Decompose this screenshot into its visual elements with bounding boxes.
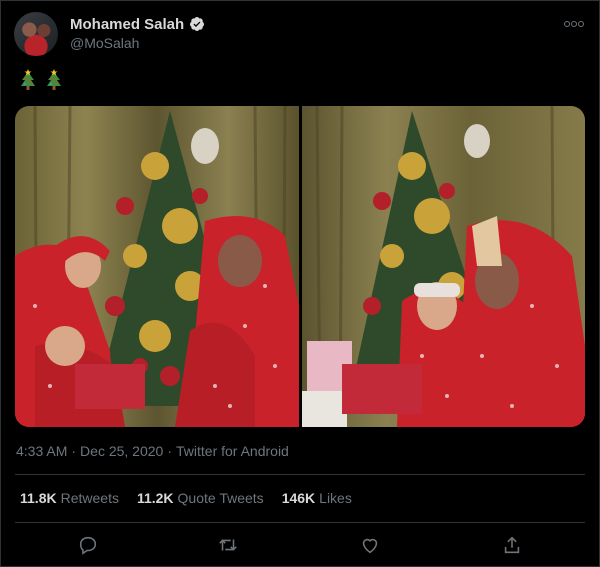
reply-icon[interactable] bbox=[77, 534, 99, 556]
tweet-text bbox=[20, 69, 62, 97]
more-options-icon[interactable] bbox=[564, 14, 586, 32]
author-name[interactable]: Mohamed Salah bbox=[70, 16, 184, 33]
photo-1[interactable] bbox=[15, 106, 299, 427]
verified-badge-icon bbox=[190, 17, 205, 31]
quote-tweets-label: Quote Tweets bbox=[177, 490, 264, 506]
meta-separator: · bbox=[167, 443, 173, 459]
retweets-label: Retweets bbox=[60, 490, 119, 506]
tweet-media bbox=[15, 106, 585, 427]
author-handle[interactable]: @MoSalah bbox=[70, 35, 139, 51]
author-name-row: Mohamed Salah bbox=[70, 14, 205, 34]
tweet-source[interactable]: Twitter for Android bbox=[176, 443, 289, 459]
share-icon[interactable] bbox=[501, 534, 523, 556]
quote-tweets-stat[interactable]: 11.2K Quote Tweets bbox=[137, 490, 264, 506]
likes-count: 146K bbox=[281, 490, 316, 506]
quote-tweets-count: 11.2K bbox=[136, 490, 174, 506]
christmas-tree-icon bbox=[47, 69, 61, 90]
retweet-icon[interactable] bbox=[217, 534, 239, 556]
tweet-header: Mohamed Salah @MoSalah bbox=[14, 12, 586, 56]
tweet-actions bbox=[15, 530, 585, 560]
tweet-meta: 4:33 AM · Dec 25, 2020 · Twitter for And… bbox=[16, 443, 289, 459]
divider bbox=[15, 474, 585, 475]
tweet-date[interactable]: Dec 25, 2020 bbox=[80, 443, 163, 459]
meta-separator: · bbox=[71, 443, 77, 459]
christmas-tree-icon bbox=[21, 69, 35, 90]
likes-stat[interactable]: 146K Likes bbox=[282, 490, 352, 506]
likes-label: Likes bbox=[319, 490, 352, 506]
retweets-stat[interactable]: 11.8K Retweets bbox=[20, 490, 119, 506]
like-icon[interactable] bbox=[359, 534, 381, 556]
tweet-stats: 11.8K Retweets 11.2K Quote Tweets 146K Like… bbox=[20, 490, 352, 506]
tweet-time[interactable]: 4:33 AM bbox=[16, 443, 67, 459]
retweets-count: 11.8K bbox=[20, 490, 57, 506]
divider bbox=[15, 522, 585, 523]
avatar[interactable] bbox=[14, 12, 58, 56]
photo-2[interactable] bbox=[302, 106, 585, 427]
